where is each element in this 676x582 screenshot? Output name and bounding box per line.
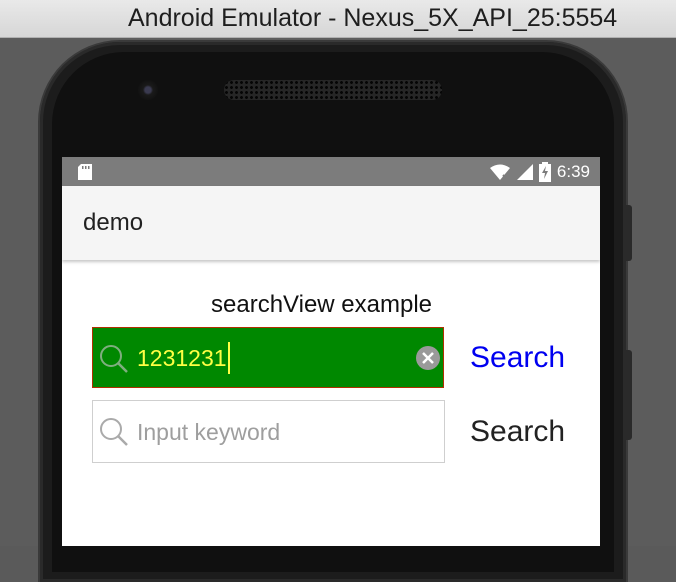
page-heading: searchView example [211, 291, 433, 318]
app-title: demo [83, 209, 144, 236]
status-bar: 6:39 [62, 157, 600, 186]
search-input[interactable]: Input keyword [92, 400, 445, 463]
search-button-primary[interactable]: Search [470, 341, 565, 375]
search-icon [100, 345, 128, 373]
search-button-secondary[interactable]: Search [470, 415, 565, 449]
earpiece-speaker [224, 80, 442, 100]
text-caret [228, 342, 230, 374]
signal-icon [516, 163, 533, 180]
front-camera [138, 80, 158, 100]
phone-volume-button[interactable] [624, 205, 632, 261]
search-input-placeholder: Input keyword [137, 419, 281, 445]
search-input-active[interactable]: 1231231 [92, 327, 444, 388]
device-screen: 6:39 demo searchView example 1231231 Sea… [62, 157, 600, 546]
sd-card-icon [78, 164, 92, 180]
window-title: Android Emulator - Nexus_5X_API_25:5554 [128, 4, 618, 32]
window-title-bar: Android Emulator - Nexus_5X_API_25:5554 [0, 0, 676, 38]
search-input-value[interactable]: 1231231 [137, 345, 227, 372]
battery-charging-icon [538, 161, 551, 182]
clear-icon[interactable] [415, 345, 441, 371]
wifi-icon [489, 164, 510, 180]
phone-power-button[interactable] [624, 350, 632, 440]
status-time: 6:39 [556, 161, 590, 181]
app-bar: demo [62, 186, 600, 260]
search-icon [100, 418, 128, 446]
